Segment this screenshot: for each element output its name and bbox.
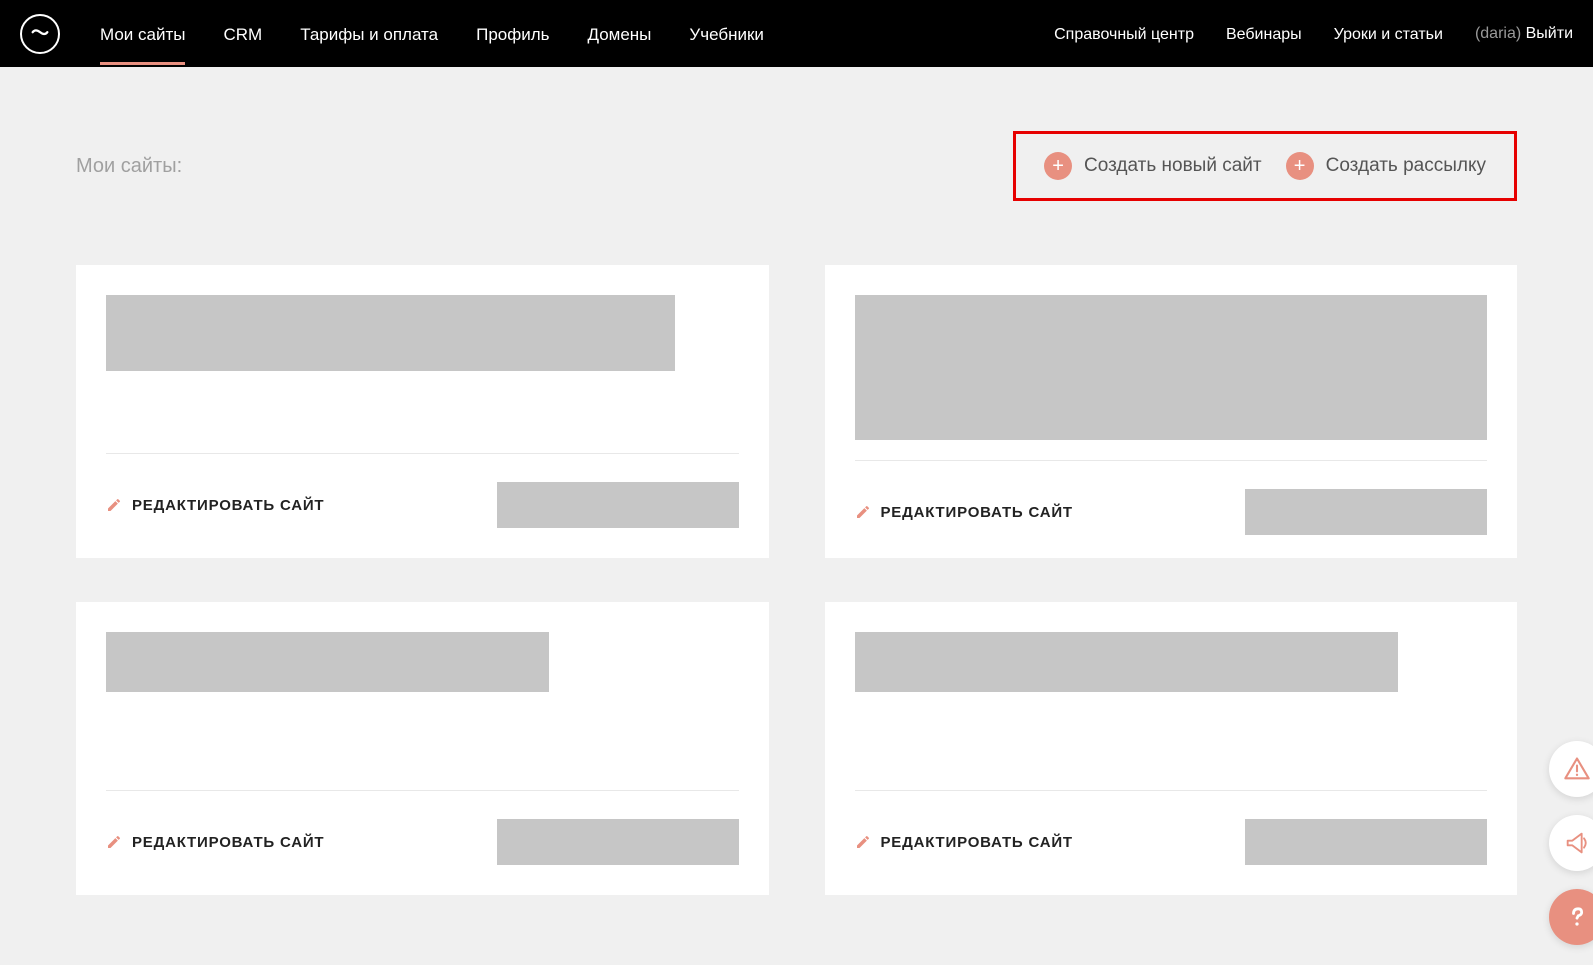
header: Мои сайты CRM Тарифы и оплата Профиль До… xyxy=(0,0,1593,67)
site-url-placeholder xyxy=(497,482,739,528)
edit-label: РЕДАКТИРОВАТЬ САЙТ xyxy=(132,834,324,851)
divider xyxy=(855,790,1488,791)
top-bar: Мои сайты: + Создать новый сайт + Создат… xyxy=(76,131,1517,201)
nav-domains[interactable]: Домены xyxy=(587,5,651,63)
create-mailing-button[interactable]: + Создать рассылку xyxy=(1286,152,1486,180)
site-card[interactable]: РЕДАКТИРОВАТЬ САЙТ xyxy=(76,602,769,895)
page-title: Мои сайты: xyxy=(76,155,182,178)
edit-site-link[interactable]: РЕДАКТИРОВАТЬ САЙТ xyxy=(106,834,324,851)
site-preview-placeholder xyxy=(106,632,549,692)
plus-icon: + xyxy=(1044,152,1072,180)
content: Мои сайты: + Создать новый сайт + Создат… xyxy=(0,67,1593,935)
user-info: (daria) Выйти xyxy=(1475,25,1573,43)
sites-grid: РЕДАКТИРОВАТЬ САЙТ РЕДАКТИРОВАТЬ САЙТ xyxy=(76,265,1517,895)
site-url-placeholder xyxy=(1245,819,1487,865)
actions-highlighted: + Создать новый сайт + Создать рассылку xyxy=(1013,131,1517,201)
floating-buttons xyxy=(1549,741,1593,945)
pencil-icon xyxy=(106,497,122,513)
tilda-logo-icon xyxy=(29,23,51,45)
nav-lessons[interactable]: Уроки и статьи xyxy=(1334,6,1443,62)
nav-tutorials[interactable]: Учебники xyxy=(689,5,763,63)
edit-site-link[interactable]: РЕДАКТИРОВАТЬ САЙТ xyxy=(855,834,1073,851)
question-icon xyxy=(1563,903,1591,931)
site-preview-placeholder xyxy=(855,295,1488,440)
alert-button[interactable] xyxy=(1549,741,1593,797)
create-site-label: Создать новый сайт xyxy=(1084,155,1262,177)
card-footer: РЕДАКТИРОВАТЬ САЙТ xyxy=(106,482,739,528)
nav-my-sites[interactable]: Мои сайты xyxy=(100,5,185,63)
help-button[interactable] xyxy=(1549,889,1593,945)
pencil-icon xyxy=(855,834,871,850)
nav-right: Справочный центр Вебинары Уроки и статьи… xyxy=(1054,6,1573,62)
divider xyxy=(106,790,739,791)
pencil-icon xyxy=(106,834,122,850)
divider xyxy=(106,453,739,454)
nav-webinars[interactable]: Вебинары xyxy=(1226,6,1302,62)
logout-link[interactable]: Выйти xyxy=(1526,25,1573,42)
nav-tariffs[interactable]: Тарифы и оплата xyxy=(300,5,438,63)
edit-site-link[interactable]: РЕДАКТИРОВАТЬ САЙТ xyxy=(106,497,324,514)
create-mailing-label: Создать рассылку xyxy=(1326,155,1486,177)
card-footer: РЕДАКТИРОВАТЬ САЙТ xyxy=(855,819,1488,865)
site-url-placeholder xyxy=(1245,489,1487,535)
edit-site-link[interactable]: РЕДАКТИРОВАТЬ САЙТ xyxy=(855,504,1073,521)
nav-crm[interactable]: CRM xyxy=(223,5,262,63)
megaphone-icon xyxy=(1563,829,1591,857)
pencil-icon xyxy=(855,504,871,520)
site-url-placeholder xyxy=(497,819,739,865)
card-footer: РЕДАКТИРОВАТЬ САЙТ xyxy=(106,819,739,865)
site-card[interactable]: РЕДАКТИРОВАТЬ САЙТ xyxy=(825,602,1518,895)
plus-icon: + xyxy=(1286,152,1314,180)
nav-profile[interactable]: Профиль xyxy=(476,5,549,63)
user-name: (daria) xyxy=(1475,25,1521,42)
tilda-logo[interactable] xyxy=(20,14,60,54)
site-preview-placeholder xyxy=(855,632,1399,692)
card-footer: РЕДАКТИРОВАТЬ САЙТ xyxy=(855,489,1488,535)
nav-main: Мои сайты CRM Тарифы и оплата Профиль До… xyxy=(100,5,1054,63)
edit-label: РЕДАКТИРОВАТЬ САЙТ xyxy=(132,497,324,514)
site-card[interactable]: РЕДАКТИРОВАТЬ САЙТ xyxy=(76,265,769,558)
nav-help-center[interactable]: Справочный центр xyxy=(1054,6,1194,62)
alert-triangle-icon xyxy=(1563,755,1591,783)
divider xyxy=(855,460,1488,461)
edit-label: РЕДАКТИРОВАТЬ САЙТ xyxy=(881,834,1073,851)
create-site-button[interactable]: + Создать новый сайт xyxy=(1044,152,1262,180)
site-card[interactable]: РЕДАКТИРОВАТЬ САЙТ xyxy=(825,265,1518,558)
site-preview-placeholder xyxy=(106,295,675,371)
edit-label: РЕДАКТИРОВАТЬ САЙТ xyxy=(881,504,1073,521)
news-button[interactable] xyxy=(1549,815,1593,871)
